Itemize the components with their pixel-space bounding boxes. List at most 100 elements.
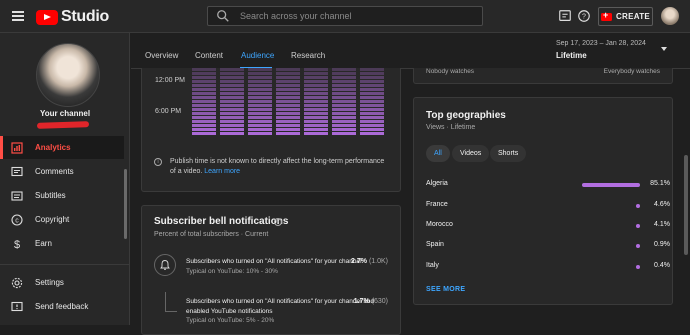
heatmap-cell bbox=[276, 88, 300, 91]
heatmap-cell bbox=[248, 108, 272, 111]
sidebar-item-analytics[interactable]: Analytics bbox=[0, 136, 124, 159]
heatmap-cell bbox=[332, 124, 356, 127]
messages-icon[interactable] bbox=[558, 9, 572, 23]
heatmap-cell bbox=[360, 104, 384, 107]
heatmap-cell bbox=[276, 96, 300, 99]
sidebar-item-settings[interactable]: Settings bbox=[0, 271, 124, 294]
earn-icon: $ bbox=[11, 238, 23, 250]
geo-row: Italy 0.4% bbox=[426, 262, 686, 272]
sidebar-item-subtitles[interactable]: Subtitles bbox=[0, 184, 124, 207]
bell-card-title: Subscriber bell notifications bbox=[154, 216, 289, 227]
tab-audience[interactable]: Audience bbox=[241, 51, 274, 60]
bell-row-typical: Typical on YouTube: 5% - 20% bbox=[186, 317, 275, 324]
create-button[interactable]: CREATE bbox=[598, 7, 653, 26]
sidebar-item-earn[interactable]: $ Earn bbox=[0, 232, 124, 255]
tab-overview[interactable]: Overview bbox=[145, 51, 178, 60]
heatmap-cell bbox=[248, 96, 272, 99]
bell-row-value: 2.7% (1.0K) bbox=[338, 258, 388, 265]
heatmap-cell bbox=[248, 104, 272, 107]
tree-connector bbox=[165, 292, 177, 312]
heatmap-cell bbox=[220, 128, 244, 131]
chip-videos[interactable]: Videos bbox=[452, 145, 490, 162]
help-icon[interactable]: ? bbox=[274, 218, 282, 226]
geo-card-subtitle: Views · Lifetime bbox=[426, 124, 476, 131]
heatmap-cell bbox=[360, 120, 384, 123]
heatmap-grid bbox=[192, 68, 388, 138]
geo-pct: 4.1% bbox=[654, 221, 670, 228]
youtube-logo-icon bbox=[36, 9, 58, 25]
heatmap-cell bbox=[304, 88, 328, 91]
chip-all[interactable]: All bbox=[426, 145, 450, 162]
sidebar-item-label: Analytics bbox=[35, 143, 71, 152]
heatmap-cell bbox=[192, 108, 216, 111]
heatmap-cell bbox=[220, 120, 244, 123]
learn-more-link[interactable]: Learn more bbox=[204, 168, 240, 175]
heatmap-cell bbox=[276, 108, 300, 111]
heatmap-cell bbox=[360, 88, 384, 91]
sidebar-item-label: Earn bbox=[35, 239, 52, 248]
heatmap-cell bbox=[360, 80, 384, 83]
heatmap-cell bbox=[192, 88, 216, 91]
sidebar-item-label: Copyright bbox=[35, 215, 70, 224]
studio-logo[interactable]: Studio bbox=[36, 8, 109, 26]
see-more-link[interactable]: SEE MORE bbox=[426, 286, 465, 293]
heatmap-cell bbox=[248, 128, 272, 131]
heatmap-cell bbox=[360, 112, 384, 115]
bell-card-subtitle: Percent of total subscribers · Current bbox=[154, 231, 269, 238]
sidebar-item-send-feedback[interactable]: Send feedback bbox=[0, 295, 124, 318]
geo-bar bbox=[582, 183, 640, 187]
legend-low: Nobody watches bbox=[426, 68, 475, 75]
heatmap-day-column bbox=[360, 68, 384, 138]
heatmap-day-column bbox=[220, 68, 244, 138]
bell-row-value: 1.7% (630) bbox=[338, 298, 388, 305]
geo-pct: 85.1% bbox=[650, 180, 670, 187]
sidebar-scrollbar[interactable] bbox=[124, 169, 127, 239]
heatmap-cell bbox=[192, 116, 216, 119]
help-icon[interactable]: ? bbox=[577, 9, 591, 23]
heatmap-cell bbox=[332, 108, 356, 111]
date-range-text[interactable]: Sep 17, 2023 – Jan 28, 2024 bbox=[556, 40, 646, 47]
comments-icon bbox=[11, 166, 23, 178]
geo-row: France 4.6% bbox=[426, 201, 686, 211]
tab-content[interactable]: Content bbox=[195, 51, 223, 60]
heatmap-cell bbox=[192, 100, 216, 103]
geo-pct: 0.9% bbox=[654, 241, 670, 248]
heatmap-cell bbox=[220, 116, 244, 119]
heatmap-cell bbox=[276, 128, 300, 131]
heatmap-cell bbox=[192, 72, 216, 75]
heatmap-cell bbox=[276, 112, 300, 115]
bell-count: (630) bbox=[371, 298, 388, 305]
heatmap-cell bbox=[332, 120, 356, 123]
heatmap-y-label: 12:00 PM bbox=[155, 77, 185, 84]
copyright-icon: c bbox=[11, 213, 23, 226]
search-icon bbox=[217, 10, 229, 22]
tab-research[interactable]: Research bbox=[291, 51, 325, 60]
heatmap-cell bbox=[360, 100, 384, 103]
when-viewers-on-youtube-card: 12:00 PM 6:00 PM i Publish time is not k… bbox=[141, 68, 401, 192]
svg-text:c: c bbox=[15, 217, 19, 224]
heatmap-cell bbox=[360, 76, 384, 79]
heatmap-cell bbox=[360, 68, 384, 71]
search-input[interactable] bbox=[240, 11, 460, 21]
heatmap-cell bbox=[276, 84, 300, 87]
chevron-down-icon[interactable] bbox=[661, 47, 667, 51]
analytics-icon bbox=[11, 141, 23, 154]
channel-avatar[interactable] bbox=[36, 43, 100, 107]
menu-icon[interactable] bbox=[12, 11, 24, 21]
page-scrollbar[interactable] bbox=[684, 155, 688, 255]
heatmap-cell bbox=[304, 124, 328, 127]
info-icon: i bbox=[154, 158, 162, 166]
sidebar-item-comments[interactable]: Comments bbox=[0, 160, 124, 183]
heatmap-cell bbox=[248, 92, 272, 95]
heatmap-y-label: 6:00 PM bbox=[155, 108, 182, 115]
chip-shorts[interactable]: Shorts bbox=[490, 145, 527, 162]
bell-count: (1.0K) bbox=[368, 258, 388, 265]
geo-country: France bbox=[426, 201, 448, 208]
search-box[interactable] bbox=[207, 6, 483, 26]
sidebar-item-copyright[interactable]: c Copyright bbox=[0, 208, 124, 231]
create-camera-icon bbox=[600, 10, 612, 21]
account-avatar[interactable] bbox=[661, 7, 679, 25]
heatmap-cell bbox=[248, 120, 272, 123]
date-range-value[interactable]: Lifetime bbox=[556, 51, 587, 60]
heatmap-cell bbox=[248, 76, 272, 79]
